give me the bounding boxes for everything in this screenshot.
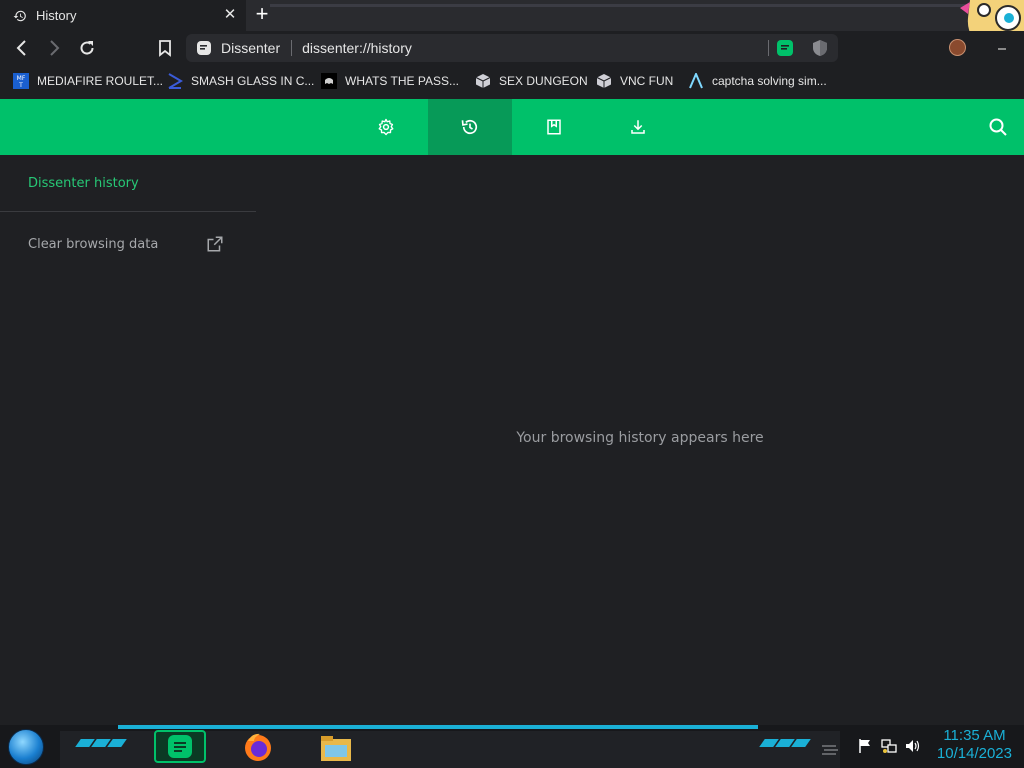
clock-date: 10/14/2023 bbox=[936, 745, 1012, 762]
sidebar-divider bbox=[0, 211, 256, 212]
clock-time: 11:35 AM bbox=[943, 727, 1006, 744]
bookmark-page-icon[interactable] bbox=[155, 38, 175, 58]
bookmark-smash-glass[interactable]: SMASH GLASS IN C... bbox=[167, 72, 314, 90]
site-name: Dissenter bbox=[221, 40, 281, 56]
bookmark-icon bbox=[547, 119, 561, 135]
search-icon[interactable] bbox=[986, 115, 1010, 139]
bookmark-label: SEX DUNGEON bbox=[499, 74, 588, 88]
bookmark-vnc-fun[interactable]: VNC FUN bbox=[596, 72, 673, 90]
omnibox[interactable]: Dissenter dissenter://history bbox=[186, 34, 838, 62]
bookmark-label: MEDIAFIRE ROULET... bbox=[37, 74, 164, 88]
tab-strip: History ✕ + bbox=[0, 0, 1024, 52]
tab-strip-stripe bbox=[270, 4, 970, 7]
flag-icon[interactable] bbox=[857, 738, 873, 754]
download-icon bbox=[631, 120, 645, 134]
empty-history-message: Your browsing history appears here bbox=[516, 430, 764, 446]
shield-icon[interactable] bbox=[812, 39, 828, 57]
taskbar-decoration bbox=[822, 745, 838, 755]
url-text[interactable]: dissenter://history bbox=[302, 40, 412, 56]
a-logo-icon bbox=[689, 73, 703, 89]
taskbar: 11:35 AM 10/14/2023 bbox=[0, 725, 1024, 768]
sidebar: Dissenter history Clear browsing data bbox=[0, 155, 256, 725]
volume-icon[interactable] bbox=[905, 738, 921, 754]
tab-title: History bbox=[36, 8, 77, 23]
settings-button[interactable] bbox=[344, 99, 428, 155]
history-icon bbox=[461, 119, 478, 135]
bookmark-mediafire[interactable]: MF T MEDIAFIRE ROULET... bbox=[13, 72, 163, 90]
clear-browsing-data-label: Clear browsing data bbox=[28, 236, 159, 252]
bookmark-label: WHATS THE PASS... bbox=[345, 74, 460, 88]
dissenter-site-icon bbox=[197, 41, 211, 55]
back-icon[interactable] bbox=[12, 38, 32, 58]
tab-history[interactable]: History ✕ bbox=[0, 0, 246, 31]
reload-icon[interactable] bbox=[77, 38, 97, 58]
mediafire-icon: MF T bbox=[13, 73, 29, 89]
svg-text:MF: MF bbox=[17, 75, 26, 82]
new-tab-button[interactable]: + bbox=[250, 3, 274, 27]
clear-browsing-data-link[interactable]: Clear browsing data bbox=[28, 233, 224, 255]
tab-close-icon[interactable]: ✕ bbox=[222, 7, 238, 23]
firefox-icon[interactable] bbox=[242, 731, 274, 763]
history-icon bbox=[13, 10, 26, 21]
file-explorer-icon[interactable] bbox=[319, 733, 353, 763]
profile-avatar[interactable] bbox=[949, 39, 966, 56]
bookmarks-bar: MF T MEDIAFIRE ROULET... SMASH GLASS IN … bbox=[0, 64, 1024, 99]
bookmark-label: VNC FUN bbox=[620, 74, 674, 88]
bookmark-whats-the-pass[interactable]: WHATS THE PASS... bbox=[321, 72, 459, 90]
sidebar-title[interactable]: Dissenter history bbox=[28, 176, 139, 191]
bookmark-captcha[interactable]: captcha solving sim... bbox=[688, 72, 827, 90]
menu-icon[interactable] bbox=[998, 48, 1006, 50]
omnibox-divider bbox=[768, 40, 769, 56]
external-link-icon bbox=[207, 236, 223, 252]
cube-icon bbox=[596, 74, 612, 88]
network-icon[interactable] bbox=[881, 738, 897, 754]
site-chip[interactable]: Dissenter bbox=[186, 40, 280, 56]
dissenter-extension-icon[interactable] bbox=[776, 39, 794, 57]
gear-icon bbox=[378, 118, 394, 136]
bookmark-label: captcha solving sim... bbox=[712, 74, 827, 88]
history-tab[interactable] bbox=[428, 99, 512, 155]
taskbar-dissenter-app[interactable] bbox=[154, 730, 206, 763]
downloads-button[interactable] bbox=[596, 99, 680, 155]
ghost-icon bbox=[321, 73, 337, 89]
cube-icon bbox=[475, 74, 491, 88]
system-clock[interactable]: 11:35 AM 10/14/2023 bbox=[937, 727, 1012, 763]
bookmark-sex-dungeon[interactable]: SEX DUNGEON bbox=[475, 72, 588, 90]
bookmark-label: SMASH GLASS IN C... bbox=[191, 74, 315, 88]
taskbar-accent-line bbox=[118, 725, 758, 729]
start-button[interactable] bbox=[8, 729, 44, 765]
app-header bbox=[0, 99, 1024, 155]
dissenter-app-icon bbox=[168, 735, 192, 758]
toolbar: Dissenter dissenter://history bbox=[0, 31, 1024, 64]
omnibox-divider bbox=[291, 40, 293, 56]
bookmarks-button[interactable] bbox=[512, 99, 596, 155]
svg-text:T: T bbox=[18, 82, 23, 89]
smash-glass-icon bbox=[168, 73, 183, 89]
forward-icon[interactable] bbox=[44, 38, 64, 58]
